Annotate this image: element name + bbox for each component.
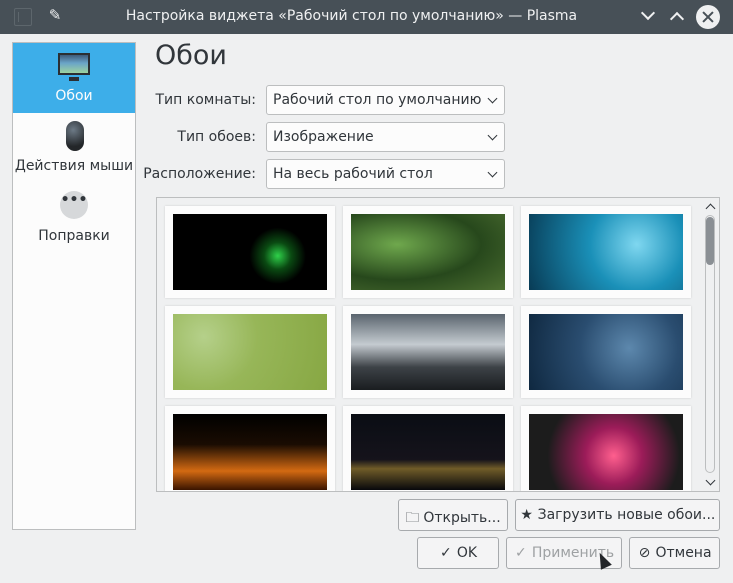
window-menu-icon[interactable] [14, 8, 32, 26]
open-button-label: Открыть... [423, 510, 501, 526]
chevron-down-icon [640, 5, 656, 21]
cancel-button-label: Отмена [655, 545, 712, 561]
wallpaper-thumbnail[interactable] [521, 206, 691, 298]
pin-icon[interactable]: ✎ [46, 6, 64, 26]
sidebar-item-label: Поправки [38, 228, 110, 244]
wallpaper-image [529, 414, 683, 490]
maximize-button[interactable] [667, 6, 689, 28]
page-title: Обои [155, 40, 227, 71]
positioning-select[interactable]: На весь рабочий стол [266, 159, 505, 189]
wallpaper-thumbnail[interactable] [343, 206, 513, 298]
wallpaper-image [173, 214, 327, 290]
wallpaper-thumbnail[interactable] [165, 206, 335, 298]
wallpaper-image [529, 314, 683, 390]
more-icon: ••• [60, 191, 88, 219]
check-icon: ✓ [514, 545, 527, 561]
wallpaper-scrollbar[interactable] [703, 199, 717, 490]
cancel-icon: ⊘ [638, 545, 651, 561]
sidebar-item-tweaks[interactable]: ••• Поправки [13, 183, 135, 253]
chevron-down-icon [487, 167, 498, 178]
wallpaper-type-select[interactable]: Изображение [266, 122, 505, 152]
chevron-up-icon [669, 11, 685, 27]
sidebar: Обои Действия мыши ••• Поправки [12, 42, 136, 530]
wallpaper-thumbnail[interactable] [521, 406, 691, 491]
window-title: Настройка виджета «Рабочий стол по умолч… [125, 8, 578, 24]
minimize-button[interactable] [638, 5, 660, 28]
scroll-down-icon[interactable] [705, 475, 716, 486]
wallpaper-thumbnail[interactable] [343, 406, 513, 491]
wallpaper-image [351, 214, 505, 290]
wallpaper-thumbnail[interactable] [521, 306, 691, 398]
download-wallpapers-button[interactable]: ★ Загрузить новые обои... [515, 499, 720, 531]
ok-button-label: OK [456, 545, 478, 561]
check-icon: ✓ [440, 545, 452, 561]
title-bar: ✎ Настройка виджета «Рабочий стол по умо… [0, 0, 733, 34]
room-type-value: Рабочий стол по умолчанию [273, 92, 482, 108]
positioning-value: На весь рабочий стол [273, 166, 433, 182]
chevron-down-icon [487, 93, 498, 104]
chevron-down-icon [487, 130, 498, 141]
wallpaper-image [351, 414, 505, 490]
monitor-icon [58, 53, 90, 81]
scroll-up-icon[interactable] [705, 203, 716, 214]
wallpaper-type-label: Тип обоев: [177, 129, 256, 145]
close-button[interactable] [696, 5, 720, 29]
positioning-label: Расположение: [143, 166, 256, 182]
wallpaper-grid [156, 197, 720, 492]
wallpaper-thumbnail[interactable] [165, 406, 335, 491]
room-type-select[interactable]: Рабочий стол по умолчанию [266, 85, 505, 115]
wallpaper-image [173, 414, 327, 490]
cancel-button[interactable]: ⊘ Отмена [629, 537, 720, 569]
wallpaper-thumbnail[interactable] [343, 306, 513, 398]
folder-icon: 🗀 [405, 510, 420, 526]
scrollbar-thumb[interactable] [706, 217, 714, 265]
wallpaper-thumbnail[interactable] [165, 306, 335, 398]
star-icon: ★ [520, 507, 533, 523]
download-button-label: Загрузить новые обои... [537, 507, 716, 523]
room-type-label: Тип комнаты: [155, 92, 257, 108]
ok-button[interactable]: ✓ OK [417, 537, 499, 569]
wallpaper-image [529, 214, 683, 290]
wallpaper-type-value: Изображение [273, 129, 374, 145]
wallpaper-image [173, 314, 327, 390]
open-button[interactable]: 🗀 Открыть... [398, 499, 508, 531]
wallpaper-image [351, 314, 505, 390]
